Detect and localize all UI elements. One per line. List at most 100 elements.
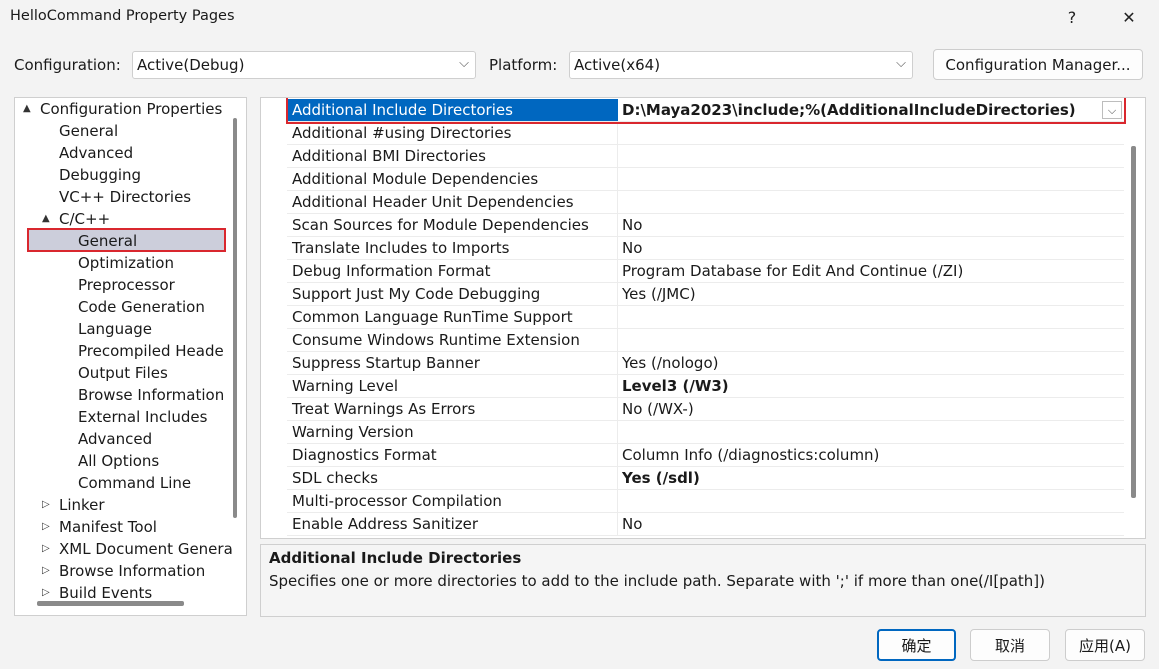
tree-item[interactable]: Command Line bbox=[78, 472, 191, 494]
property-name: Scan Sources for Module Dependencies bbox=[292, 216, 589, 234]
property-value[interactable]: Yes (/sdl) bbox=[622, 467, 700, 489]
property-name: Diagnostics Format bbox=[292, 446, 437, 464]
property-value[interactable]: Yes (/nologo) bbox=[622, 352, 718, 374]
configuration-select[interactable]: Active(Debug) ⌵ bbox=[132, 51, 476, 79]
chevron-down-icon: ⌵ bbox=[459, 56, 469, 71]
property-row[interactable]: Additional BMI Directories bbox=[287, 145, 1124, 168]
property-row[interactable]: Suppress Startup Banner Yes (/nologo) bbox=[287, 352, 1124, 375]
column-divider bbox=[617, 375, 618, 397]
property-row[interactable]: Additional Module Dependencies bbox=[287, 168, 1124, 191]
tree-item[interactable]: Code Generation bbox=[78, 296, 205, 318]
tree-item[interactable]: Linker bbox=[59, 494, 105, 516]
property-row[interactable]: Warning Level Level3 (/W3) bbox=[287, 375, 1124, 398]
configuration-label: Configuration: bbox=[14, 56, 121, 74]
expand-arrow-icon[interactable]: ▷ bbox=[42, 560, 50, 582]
tree-item[interactable]: Precompiled Heade bbox=[78, 340, 224, 362]
property-row[interactable]: Multi-processor Compilation bbox=[287, 490, 1124, 513]
property-tree[interactable]: ▲ Configuration Properties General Advanced… bbox=[14, 97, 247, 616]
property-row[interactable]: Translate Includes to Imports No bbox=[287, 237, 1124, 260]
property-grid[interactable]: Additional #using Directories Additional … bbox=[260, 97, 1146, 539]
ok-button[interactable]: 确定 bbox=[877, 629, 956, 661]
column-divider bbox=[617, 444, 618, 466]
tree-item[interactable]: General bbox=[78, 230, 137, 252]
tree-item[interactable]: All Options bbox=[78, 450, 159, 472]
apply-button[interactable]: 应用(A) bbox=[1065, 629, 1145, 661]
property-value[interactable]: Yes (/JMC) bbox=[622, 283, 696, 305]
tree-item[interactable]: General bbox=[59, 120, 118, 142]
property-row[interactable]: Consume Windows Runtime Extension bbox=[287, 329, 1124, 352]
property-row[interactable]: Common Language RunTime Support bbox=[287, 306, 1124, 329]
expand-arrow-icon[interactable]: ▷ bbox=[42, 538, 50, 560]
property-name: Multi-processor Compilation bbox=[292, 492, 502, 510]
tree-item[interactable]: Manifest Tool bbox=[59, 516, 157, 538]
property-row[interactable]: Enable Address Sanitizer No bbox=[287, 513, 1124, 536]
property-row[interactable]: Warning Version bbox=[287, 421, 1124, 444]
property-name: Consume Windows Runtime Extension bbox=[292, 331, 580, 349]
tree-item[interactable]: Preprocessor bbox=[78, 274, 175, 296]
description-text: Specifies one or more directories to add… bbox=[269, 572, 984, 590]
column-divider bbox=[617, 122, 618, 144]
property-value[interactable]: No bbox=[622, 237, 642, 259]
column-divider bbox=[617, 283, 618, 305]
configuration-manager-button[interactable]: Configuration Manager... bbox=[933, 49, 1143, 80]
expand-arrow-icon[interactable]: ▷ bbox=[42, 516, 50, 538]
property-name: Additional Header Unit Dependencies bbox=[292, 193, 574, 211]
tree-item[interactable]: C/C++ bbox=[59, 208, 110, 230]
description-title: Additional Include Directories bbox=[269, 549, 522, 567]
property-value[interactable]: Program Database for Edit And Continue (… bbox=[622, 260, 963, 282]
property-row[interactable]: Support Just My Code Debugging Yes (/JMC) bbox=[287, 283, 1124, 306]
column-divider bbox=[617, 421, 618, 443]
description-panel: Additional Include Directories Specifies… bbox=[260, 544, 1146, 617]
tree-item[interactable]: XML Document Genera bbox=[59, 538, 233, 560]
property-name: Warning Version bbox=[292, 423, 414, 441]
column-divider bbox=[617, 467, 618, 489]
tree-item[interactable]: Optimization bbox=[78, 252, 174, 274]
property-name: Support Just My Code Debugging bbox=[292, 285, 541, 303]
tree-item[interactable]: Configuration Properties bbox=[40, 98, 222, 120]
property-value[interactable]: Level3 (/W3) bbox=[622, 375, 729, 397]
property-row[interactable]: Additional Header Unit Dependencies bbox=[287, 191, 1124, 214]
tree-item[interactable]: Output Files bbox=[78, 362, 168, 384]
help-button[interactable]: ? bbox=[1049, 0, 1095, 34]
column-divider bbox=[617, 329, 618, 351]
property-value[interactable]: No (/WX-) bbox=[622, 398, 694, 420]
property-row[interactable]: Scan Sources for Module Dependencies No bbox=[287, 214, 1124, 237]
property-name: Additional Module Dependencies bbox=[292, 170, 539, 188]
chevron-down-icon: ⌵ bbox=[896, 56, 906, 71]
property-row[interactable]: Additional #using Directories bbox=[287, 122, 1124, 145]
tree-vertical-scrollbar[interactable] bbox=[233, 118, 237, 518]
platform-select[interactable]: Active(x64) ⌵ bbox=[569, 51, 913, 79]
close-button[interactable]: ✕ bbox=[1106, 0, 1152, 34]
window-title: HelloCommand Property Pages bbox=[10, 8, 235, 24]
column-divider bbox=[617, 214, 618, 236]
property-row[interactable]: SDL checks Yes (/sdl) bbox=[287, 467, 1124, 490]
property-value[interactable]: No bbox=[622, 513, 642, 535]
property-row[interactable]: Debug Information Format Program Database… bbox=[287, 260, 1124, 283]
cancel-button[interactable]: 取消 bbox=[970, 629, 1050, 661]
tree-item[interactable]: Advanced bbox=[78, 428, 152, 450]
platform-label: Platform: bbox=[489, 56, 558, 74]
tree-horizontal-scrollbar[interactable] bbox=[37, 601, 184, 606]
tree-item[interactable]: VC++ Directories bbox=[59, 186, 191, 208]
collapse-arrow-icon[interactable]: ▲ bbox=[42, 208, 50, 230]
configuration-value: Active(Debug) bbox=[137, 56, 245, 74]
column-divider bbox=[617, 237, 618, 259]
tree-item[interactable]: External Includes bbox=[78, 406, 207, 428]
property-row[interactable]: Treat Warnings As Errors No (/WX-) bbox=[287, 398, 1124, 421]
property-name: Treat Warnings As Errors bbox=[292, 400, 476, 418]
column-divider bbox=[617, 260, 618, 282]
collapse-arrow-icon[interactable]: ▲ bbox=[23, 98, 31, 120]
column-divider bbox=[617, 513, 618, 535]
tree-item[interactable]: Advanced bbox=[59, 142, 133, 164]
tree-item[interactable]: Browse Information bbox=[59, 560, 205, 582]
property-value[interactable]: No bbox=[622, 214, 642, 236]
tree-item[interactable]: Debugging bbox=[59, 164, 141, 186]
tree-item[interactable]: Browse Information bbox=[78, 384, 224, 406]
property-name: Additional BMI Directories bbox=[292, 147, 486, 165]
property-row[interactable]: Diagnostics Format Column Info (/diagnost… bbox=[287, 444, 1124, 467]
column-divider bbox=[617, 490, 618, 512]
expand-arrow-icon[interactable]: ▷ bbox=[42, 494, 50, 516]
property-value[interactable]: Column Info (/diagnostics:column) bbox=[622, 444, 879, 466]
grid-vertical-scrollbar[interactable] bbox=[1131, 146, 1136, 498]
tree-item[interactable]: Language bbox=[78, 318, 152, 340]
